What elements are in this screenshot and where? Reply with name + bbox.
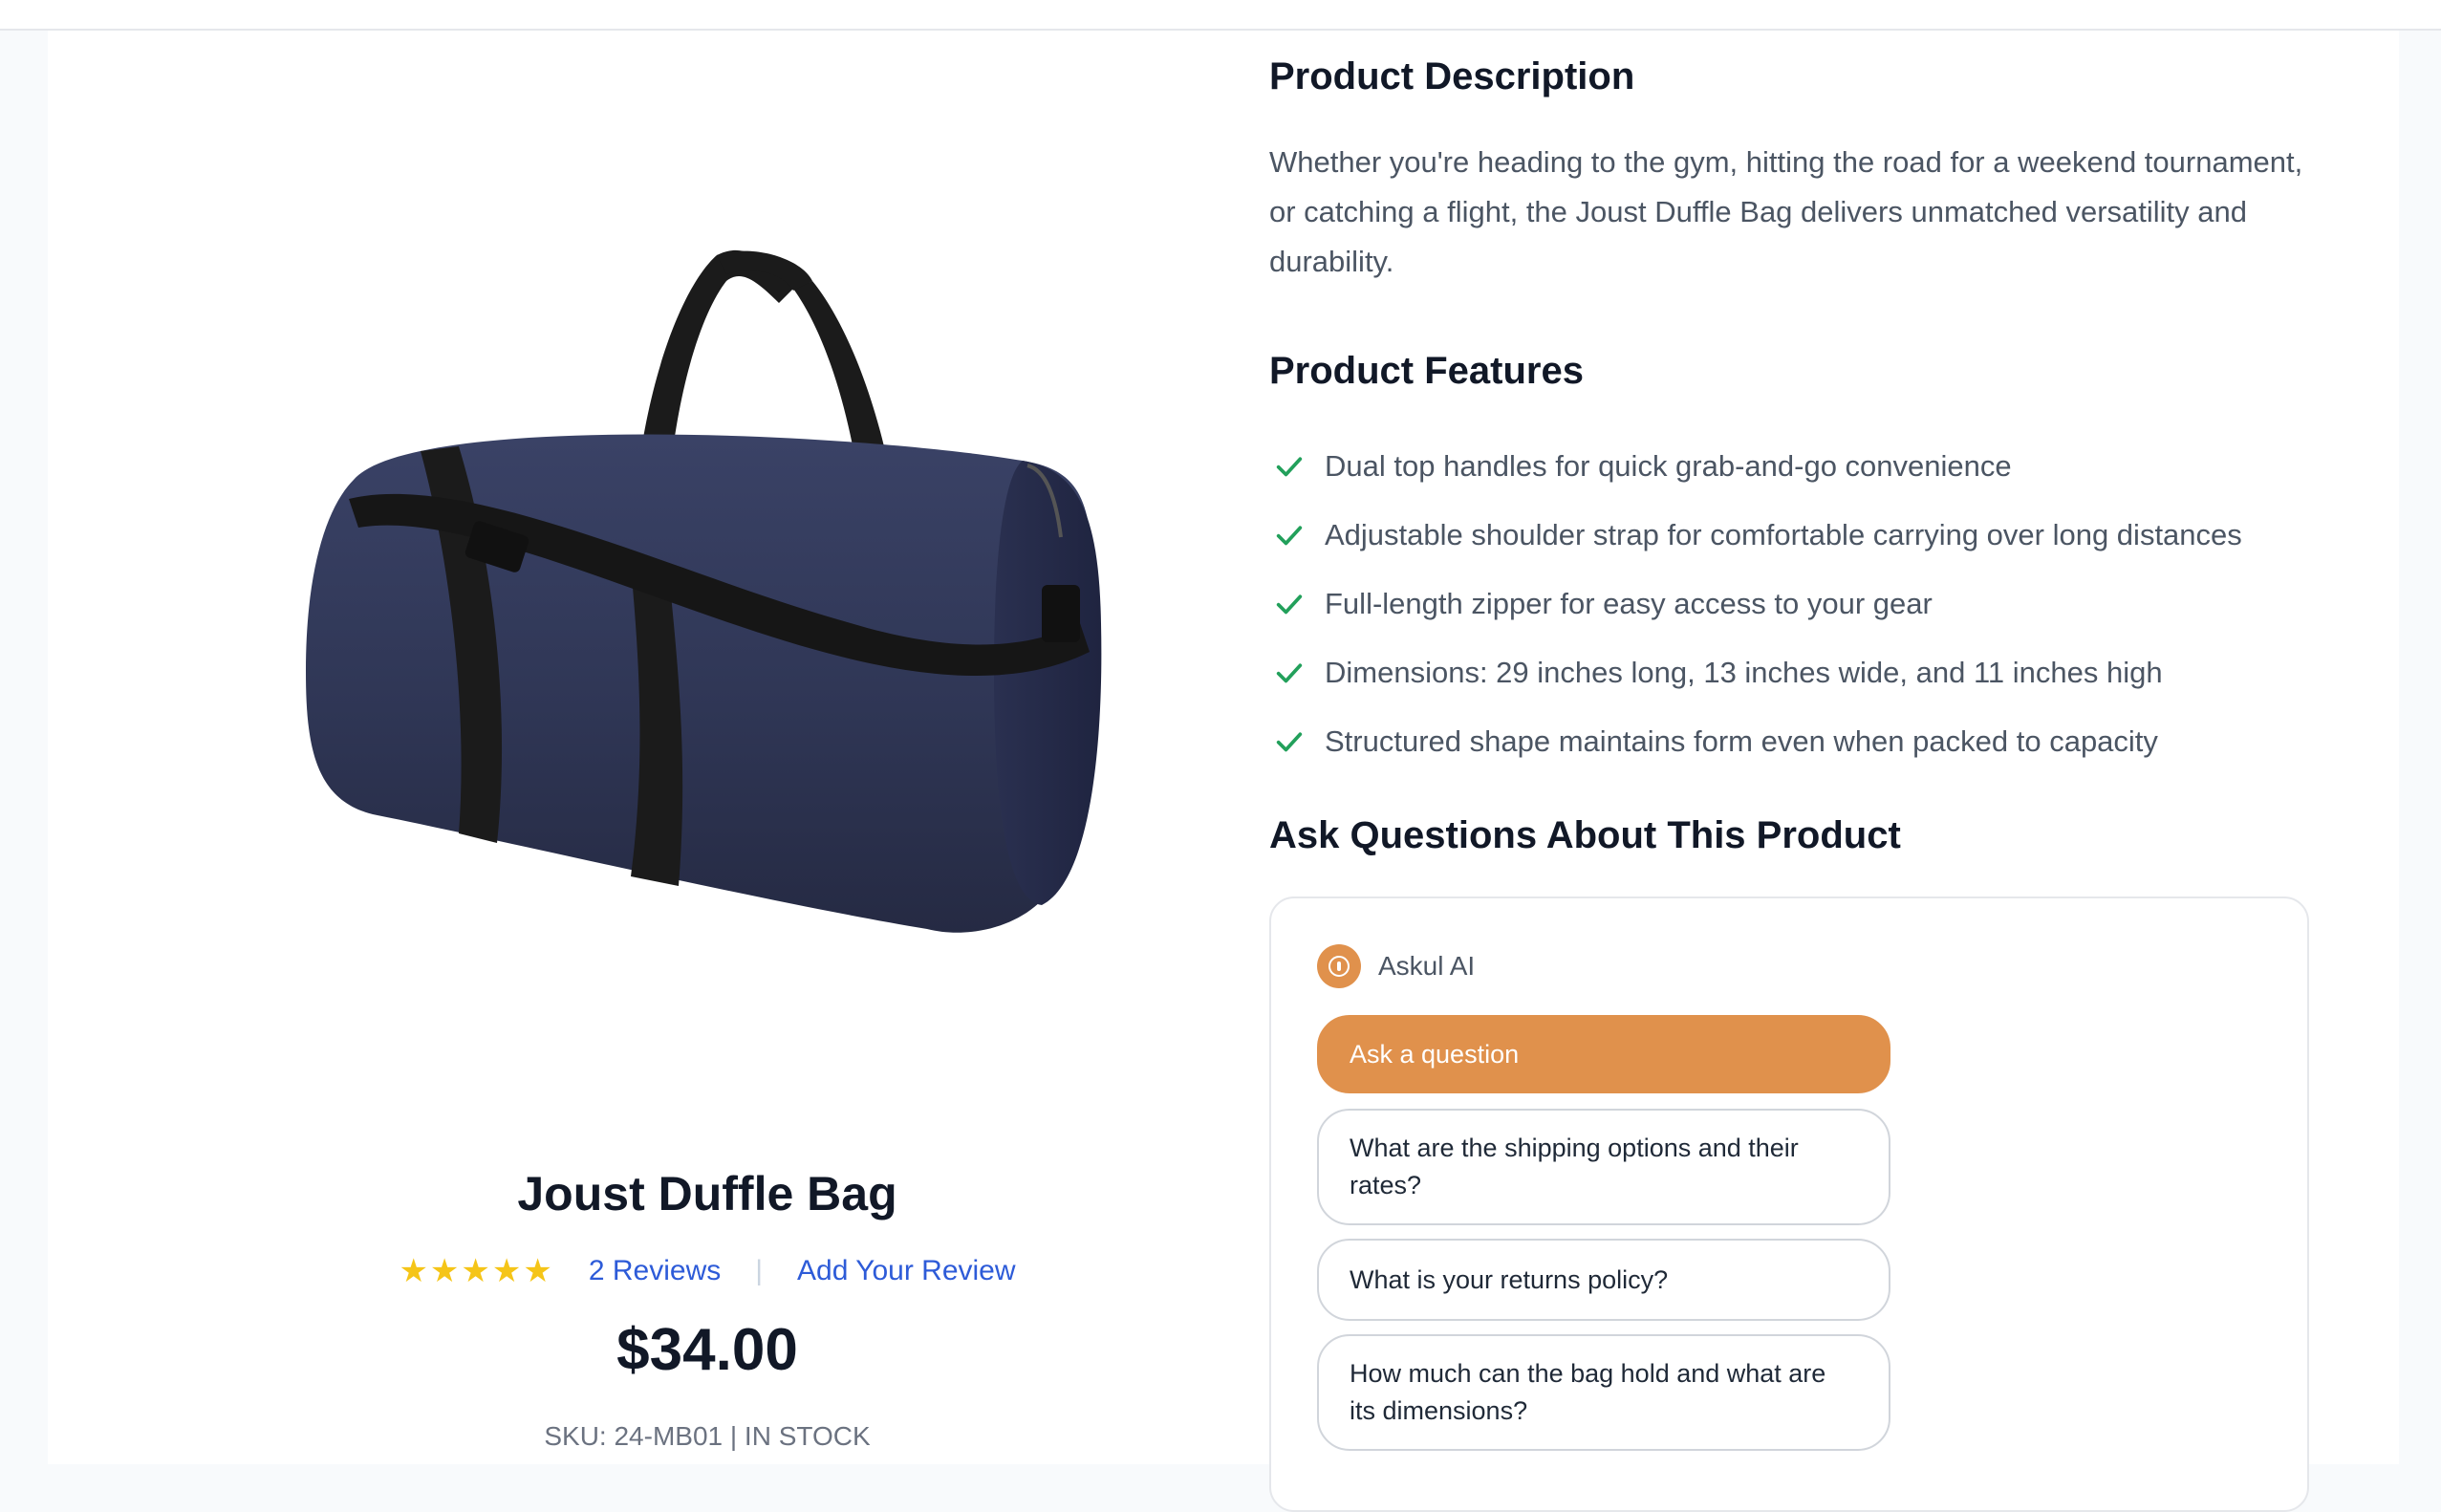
ask-question-button[interactable]: Ask a question (1317, 1015, 1890, 1093)
features-list: Dual top handles for quick grab-and-go c… (1269, 432, 2242, 776)
assistant-name: Askul AI (1378, 951, 1476, 981)
list-item: Dual top handles for quick grab-and-go c… (1269, 432, 2242, 501)
question-text: What are the shipping options and their … (1350, 1134, 1799, 1199)
description-text: Whether you're heading to the gym, hitti… (1269, 145, 2303, 278)
reviews-link[interactable]: 2 Reviews (589, 1255, 721, 1287)
product-image[interactable] (182, 174, 1233, 1015)
ask-ai-panel: Askul AI Ask a question What are the shi… (1269, 896, 2309, 1512)
product-price: $34.00 (616, 1317, 798, 1383)
suggested-question-returns[interactable]: What is your returns policy? (1317, 1239, 1890, 1321)
feature-text: Full-length zipper for easy access to yo… (1325, 587, 1933, 620)
check-icon (1276, 457, 1303, 477)
suggested-question-capacity[interactable]: How much can the bag hold and what are i… (1317, 1334, 1890, 1451)
check-icon (1276, 732, 1303, 752)
feature-text: Dual top handles for quick grab-and-go c… (1325, 449, 2012, 483)
feature-text: Structured shape maintains form even whe… (1325, 724, 2158, 758)
list-item: Full-length zipper for easy access to yo… (1269, 570, 2242, 638)
list-item: Dimensions: 29 inches long, 13 inches wi… (1269, 638, 2242, 707)
product-page-card: Joust Duffle Bag ★★★★★ 2 Reviews | Add Y… (48, 31, 2399, 1512)
sku-stock-status: SKU: 24-MB01 | IN STOCK (544, 1421, 871, 1451)
product-title: Joust Duffle Bag (517, 1167, 897, 1220)
list-item: Adjustable shoulder strap for comfortabl… (1269, 501, 2242, 570)
separator: | (755, 1255, 764, 1286)
add-review-link[interactable]: Add Your Review (797, 1255, 1016, 1287)
description-heading: Product Description (1269, 55, 1635, 97)
info-icon (1317, 944, 1361, 988)
features-heading: Product Features (1269, 350, 1584, 392)
assistant-header: Askul AI (1317, 944, 1475, 988)
rating-row: ★★★★★ 2 Reviews | Add Your Review (182, 1252, 1233, 1290)
ask-heading: Ask Questions About This Product (1269, 814, 1901, 856)
check-icon (1276, 526, 1303, 546)
list-item: Structured shape maintains form even whe… (1269, 707, 2242, 776)
top-bar (0, 0, 2441, 31)
rating-stars: ★★★★★ (399, 1253, 554, 1289)
feature-text: Adjustable shoulder strap for comfortabl… (1325, 518, 2242, 551)
check-icon (1276, 594, 1303, 615)
check-icon (1276, 663, 1303, 683)
feature-text: Dimensions: 29 inches long, 13 inches wi… (1325, 656, 2163, 689)
question-text: How much can the bag hold and what are i… (1350, 1359, 1826, 1425)
question-text: What is your returns policy? (1350, 1264, 1669, 1294)
suggested-question-shipping[interactable]: What are the shipping options and their … (1317, 1109, 1890, 1225)
